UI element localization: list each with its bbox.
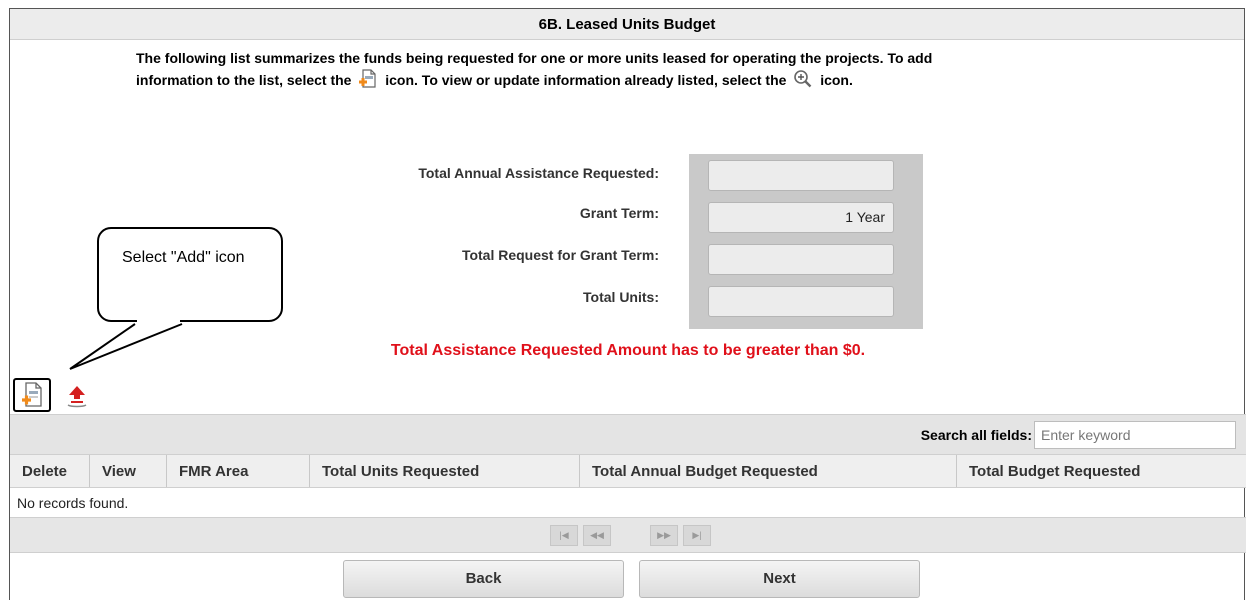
column-total-budget-requested[interactable]: Total Budget Requested	[957, 455, 1246, 487]
grant-term-field: 1 Year	[708, 202, 894, 233]
add-document-icon	[358, 69, 378, 95]
instructions: The following list summarizes the funds …	[136, 47, 1136, 95]
next-button[interactable]: Next	[639, 560, 920, 598]
summary-panel: 1 Year	[689, 154, 923, 329]
next-page-button[interactable]: ▶▶	[650, 525, 678, 546]
no-records-message: No records found.	[10, 488, 1246, 518]
instructions-text-a: information to the list, select the	[136, 72, 352, 88]
column-total-annual-budget-requested[interactable]: Total Annual Budget Requested	[580, 455, 957, 487]
total-annual-assistance-label: Total Annual Assistance Requested:	[418, 165, 659, 181]
total-annual-assistance-field	[708, 160, 894, 191]
search-bar: Search all fields:	[10, 414, 1246, 454]
column-view[interactable]: View	[90, 455, 167, 487]
prev-page-button[interactable]: ◀◀	[583, 525, 611, 546]
search-label: Search all fields:	[920, 427, 1032, 443]
page-title: 6B. Leased Units Budget	[10, 9, 1244, 40]
back-button[interactable]: Back	[343, 560, 624, 598]
zoom-in-icon	[793, 69, 813, 95]
grid-header: Delete View FMR Area Total Units Request…	[10, 454, 1246, 488]
add-document-icon	[22, 382, 42, 407]
add-button[interactable]	[13, 378, 51, 412]
first-page-button[interactable]: |◀	[550, 525, 578, 546]
total-units-label: Total Units:	[583, 289, 659, 305]
upload-icon	[67, 386, 87, 408]
error-message: Total Assistance Requested Amount has to…	[390, 342, 866, 359]
pager: |◀ ◀◀ ▶▶ ▶|	[10, 518, 1246, 553]
instructions-text-b: icon. To view or update information alre…	[385, 72, 787, 88]
instructions-line-2: information to the list, select the icon…	[136, 69, 1136, 95]
total-request-grant-term-label: Total Request for Grant Term:	[461, 247, 659, 263]
last-page-button[interactable]: ▶|	[683, 525, 711, 546]
instructions-line-1: The following list summarizes the funds …	[136, 50, 933, 66]
column-fmr-area[interactable]: FMR Area	[167, 455, 310, 487]
upload-button[interactable]	[65, 383, 89, 409]
instructions-text-c: icon.	[820, 72, 853, 88]
column-delete[interactable]: Delete	[10, 455, 90, 487]
callout-bubble: Select "Add" icon	[97, 227, 283, 322]
search-input[interactable]	[1034, 421, 1236, 449]
total-request-grant-term-field	[708, 244, 894, 275]
column-total-units-requested[interactable]: Total Units Requested	[310, 455, 580, 487]
total-units-field	[708, 286, 894, 317]
grant-term-label: Grant Term:	[579, 205, 659, 221]
